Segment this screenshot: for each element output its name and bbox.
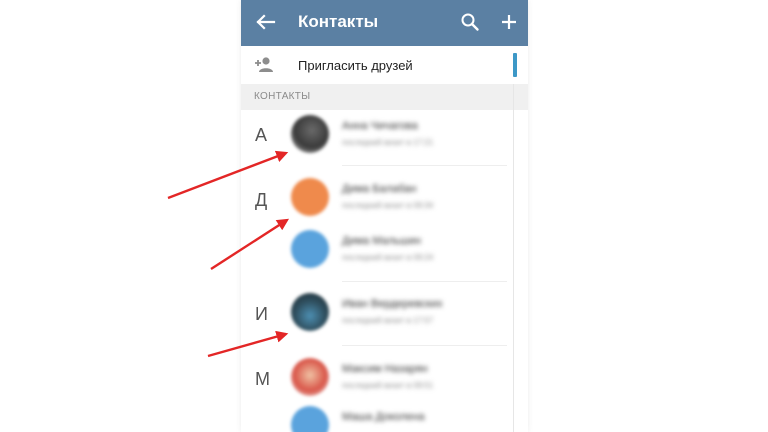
avatar	[291, 406, 329, 432]
avatar	[291, 230, 329, 268]
contact-status: последний визит в 09:34	[342, 201, 434, 210]
contact-row[interactable]: Максим Назарян последний визит в 09:51	[287, 352, 477, 404]
contact-status: последний визит в 17:21	[342, 138, 434, 147]
contact-row[interactable]: Маша Доколена	[287, 400, 477, 432]
divider	[342, 345, 507, 346]
divider	[342, 165, 507, 166]
invite-friends-label: Пригласить друзей	[298, 58, 413, 73]
add-icon[interactable]	[498, 11, 520, 33]
contact-name: Максим Назарян	[342, 363, 428, 375]
contact-row[interactable]: Дима Балабан последний визит в 09:34	[287, 172, 477, 224]
scrollbar-thumb[interactable]	[513, 53, 517, 77]
contact-row[interactable]: Дима Мальшин последний визит в 09:24	[287, 224, 477, 276]
page-title: Контакты	[298, 12, 379, 31]
search-icon[interactable]	[460, 12, 480, 32]
avatar	[291, 293, 329, 331]
contact-status: последний визит в 17:57	[342, 316, 434, 325]
avatar	[291, 178, 329, 216]
contact-status: последний визит в 09:24	[342, 253, 434, 262]
contact-row[interactable]: Анна Чичагова последний визит в 17:21	[287, 109, 477, 161]
contact-name: Анна Чичагова	[342, 120, 418, 132]
index-letter-d: Д	[255, 190, 268, 210]
contact-row[interactable]: Иван Вердеревских последний визит в 17:5…	[287, 287, 477, 339]
index-letter-i: И	[255, 304, 268, 324]
contact-name: Иван Вердеревских	[342, 298, 443, 310]
app-bar: Контакты	[241, 0, 528, 46]
avatar	[291, 115, 329, 153]
section-label: КОНТАКТЫ	[254, 91, 311, 102]
avatar	[291, 358, 329, 396]
divider	[342, 281, 507, 282]
contacts-screen: Контакты Пригласить друзей КОНТАКТЫ А Д …	[241, 0, 528, 432]
add-person-icon	[255, 57, 273, 72]
invite-friends-row[interactable]: Пригласить друзей	[241, 46, 528, 84]
index-letter-a: А	[255, 125, 268, 145]
section-header: КОНТАКТЫ	[241, 84, 528, 110]
back-arrow-icon[interactable]	[251, 8, 279, 36]
contact-name: Дима Балабан	[342, 183, 417, 195]
contact-status: последний визит в 09:51	[342, 381, 434, 390]
contact-name: Маша Доколена	[342, 411, 425, 423]
index-letter-m: М	[255, 369, 270, 389]
contact-name: Дима Мальшин	[342, 235, 421, 247]
scroll-track	[513, 84, 514, 432]
